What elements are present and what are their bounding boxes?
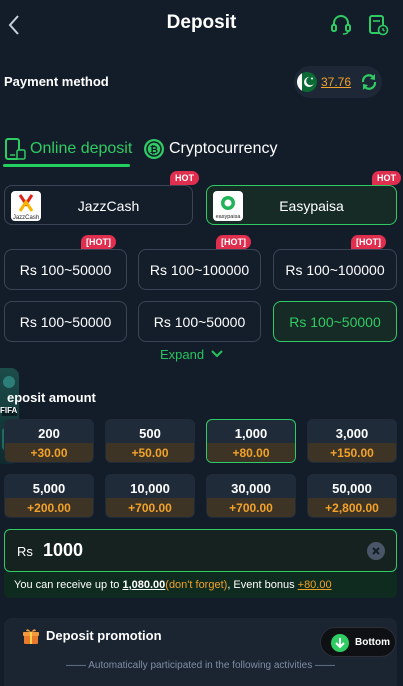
mobile-phone-icon (5, 138, 26, 160)
hot-badge: [HOT] (81, 235, 116, 249)
jazzcash-logo-text: JazzCash (13, 215, 39, 221)
method-easypaisa[interactable]: easypaisa Easypaisa (206, 185, 397, 225)
tab-online-deposit[interactable]: Online deposit (4, 134, 132, 164)
amount-option[interactable]: 30,000 +700.00 (206, 474, 296, 518)
amount-bonus: +700.00 (207, 498, 295, 517)
receive-summary: You can receive up to 1,080.00(don't for… (4, 572, 397, 598)
amount-option[interactable]: 200 +30.00 (4, 419, 94, 463)
channel-option[interactable]: Rs 100~50000 (4, 301, 127, 342)
channel-option[interactable]: Rs 100~50000 (138, 301, 261, 342)
tab-active-underline (3, 164, 130, 167)
amount-value: 500 (139, 426, 161, 441)
amount-option[interactable]: 3,000 +150.00 (307, 419, 397, 463)
channel-option[interactable]: Rs 100~100000 (138, 249, 261, 290)
hot-badge: [HOT] (216, 235, 251, 249)
amount-input-value: 1000 (43, 540, 84, 560)
amount-value: 3,000 (335, 426, 369, 441)
amount-option[interactable]: 50,000 +2,800.00 (307, 474, 397, 518)
amount-value: 50,000 (332, 481, 372, 496)
amount-option-selected[interactable]: 1,000 +80.00 (206, 419, 296, 463)
amount-value: 200 (38, 426, 60, 441)
payment-method-row: Payment method 37.76 (0, 62, 403, 102)
channel-option-selected[interactable]: Rs 100~50000 (273, 301, 397, 342)
amount-bonus: +200.00 (5, 498, 93, 517)
channel-option[interactable]: Rs 100~100000 (273, 249, 397, 290)
expand-label: Expand (160, 347, 205, 362)
promotion-title: Deposit promotion (46, 628, 162, 643)
promotion-subtitle: —— Automatically participated in the fol… (65, 660, 335, 671)
hot-badge: HOT (372, 171, 401, 185)
amount-value: 30,000 (231, 481, 271, 496)
deposit-amount-label: eposit amount (7, 390, 96, 405)
amount-bonus: +2,800.00 (308, 498, 396, 517)
hot-badge: HOT (170, 171, 199, 185)
amount-option[interactable]: 500 +50.00 (105, 419, 195, 463)
method-easypaisa-label: Easypaisa (279, 198, 344, 214)
receive-note: (don't forget) (165, 579, 228, 591)
gift-icon (23, 629, 39, 644)
channel-label: Rs 100~50000 (19, 314, 112, 330)
currency-label: Rs (17, 544, 33, 559)
amount-bonus: +700.00 (106, 498, 194, 517)
balance-pill: 37.76 (294, 66, 382, 98)
amount-option[interactable]: 10,000 +700.00 (105, 474, 195, 518)
amount-value: 10,000 (130, 481, 170, 496)
refresh-icon[interactable] (360, 73, 378, 91)
amount-bonus: +50.00 (106, 443, 194, 462)
channel-label: Rs 100~50000 (289, 314, 381, 330)
channel-option[interactable]: Rs 100~50000 (4, 249, 127, 290)
channel-label: Rs 100~100000 (149, 262, 250, 278)
pakistan-flag-icon (297, 72, 317, 92)
bottom-button-label: Bottom (355, 637, 390, 648)
payment-method-label: Payment method (4, 74, 109, 89)
balance-value: 37.76 (321, 75, 352, 89)
crypto-coin-icon: ₿ (144, 139, 164, 159)
side-banner-text: FIFA (0, 406, 18, 415)
clear-icon[interactable] (367, 542, 385, 560)
amount-value: 5,000 (32, 481, 66, 496)
history-document-icon[interactable] (367, 14, 389, 36)
amount-input[interactable]: Rs 1000 (4, 529, 397, 572)
amount-bonus: +30.00 (5, 443, 93, 462)
hot-badge: [HOT] (351, 235, 386, 249)
amount-option[interactable]: 5,000 +200.00 (4, 474, 94, 518)
amount-value: 1,000 (234, 426, 268, 441)
tab-cryptocurrency[interactable]: ₿ Cryptocurrency (143, 134, 277, 164)
method-jazzcash[interactable]: JazzCash JazzCash (4, 185, 193, 225)
method-jazzcash-label: JazzCash (77, 198, 140, 214)
event-bonus: +80.00 (297, 579, 332, 591)
receive-mid: , Event bonus (227, 579, 298, 591)
headset-icon[interactable] (330, 14, 352, 36)
arrow-down-icon (331, 634, 349, 652)
receive-amount: 1,080.00 (122, 579, 166, 591)
tab-online-deposit-label: Online deposit (30, 140, 133, 157)
easypaisa-logo-text: easypaisa (216, 214, 242, 220)
amount-bonus: +150.00 (308, 443, 396, 462)
amount-bonus: +80.00 (207, 443, 295, 462)
deposit-tabs: Online deposit ₿ Cryptocurrency (0, 130, 403, 170)
tab-cryptocurrency-label: Cryptocurrency (169, 140, 278, 157)
channel-label: Rs 100~50000 (153, 314, 246, 330)
channel-label: Rs 100~100000 (285, 262, 385, 278)
expand-button[interactable]: Expand (160, 347, 224, 362)
header: Deposit (0, 0, 403, 50)
svg-text:₿: ₿ (150, 144, 158, 156)
chevron-down-icon (211, 350, 223, 358)
receive-prefix: You can receive up to (14, 579, 123, 591)
scroll-bottom-button[interactable]: Bottom (320, 627, 396, 657)
channel-label: Rs 100~50000 (19, 262, 112, 278)
